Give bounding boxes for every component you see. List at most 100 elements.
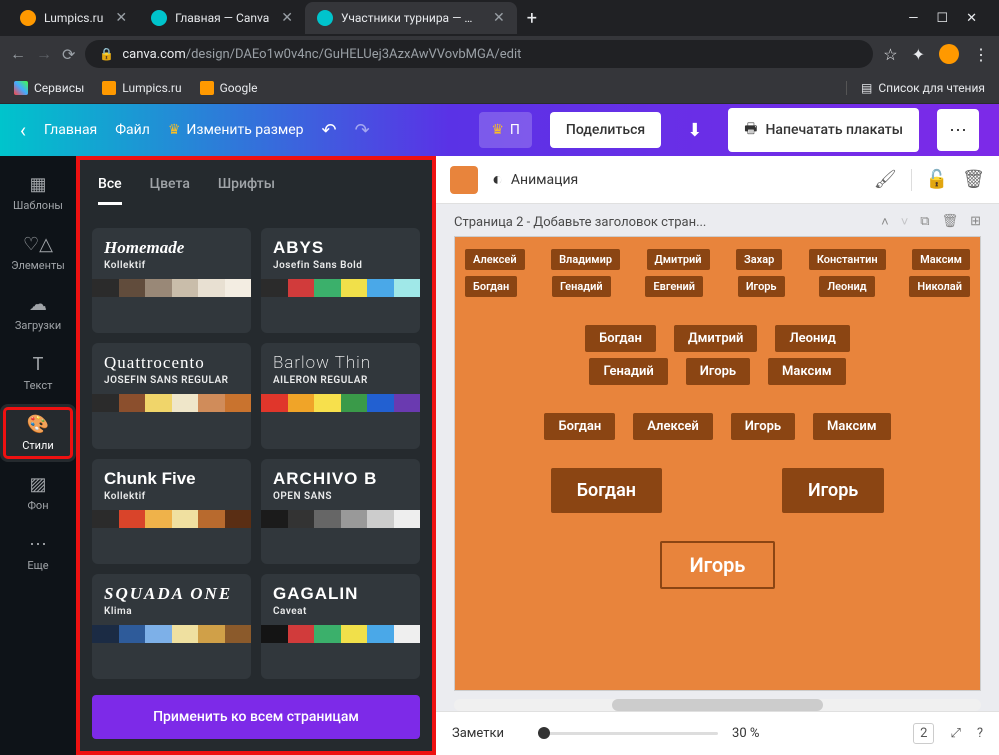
style-card[interactable]: ABYSJosefin Sans Bold <box>261 228 420 333</box>
profile-avatar[interactable] <box>939 44 959 64</box>
maximize-icon[interactable]: ☐ <box>936 11 948 26</box>
help-icon[interactable]: ? <box>977 726 983 741</box>
browser-tab-active[interactable]: Участники турнира — Плакат ✕ <box>305 2 517 34</box>
rail-styles[interactable]: 🎨Стили <box>0 404 76 462</box>
animation-button[interactable]: ◐Анимация <box>492 169 578 190</box>
pro-badge[interactable]: ♛П <box>479 112 532 148</box>
bracket-name[interactable]: Евгений <box>645 276 703 297</box>
bookmark-google[interactable]: Google <box>200 81 258 95</box>
page-down-icon[interactable]: ˅ <box>901 214 909 230</box>
bracket-name[interactable]: Игорь <box>782 468 884 513</box>
bracket-name[interactable]: Максим <box>912 249 970 270</box>
style-subtitle: Josefin Sans Bold <box>273 260 408 271</box>
list-icon: ▤ <box>861 81 872 95</box>
bracket-name[interactable]: Владимир <box>551 249 620 270</box>
home-button[interactable]: Главная <box>44 122 97 138</box>
bracket-name[interactable]: Богдан <box>465 276 517 297</box>
bracket-name[interactable]: Богдан <box>585 325 656 352</box>
style-card[interactable]: QuattrocentoJOSEFIN SANS REGULAR <box>92 343 251 448</box>
palette-row <box>261 625 420 643</box>
delete-page-icon[interactable]: 🗑 <box>942 214 959 230</box>
minimize-icon[interactable]: — <box>908 11 918 26</box>
back-icon[interactable]: ← <box>10 44 26 64</box>
bracket-name[interactable]: Захар <box>736 249 782 270</box>
rail-templates[interactable]: ▦Шаблоны <box>0 164 76 222</box>
tab-all[interactable]: Все <box>98 170 122 205</box>
style-card[interactable]: Chunk FiveKollektif <box>92 459 251 564</box>
bracket-name[interactable]: Дмитрий <box>647 249 710 270</box>
horizontal-scrollbar[interactable] <box>454 699 981 711</box>
bracket-name[interactable]: Максим <box>768 358 846 385</box>
add-page-icon[interactable]: ⊞ <box>970 214 981 230</box>
design-page[interactable]: Алексей Владимир Дмитрий Захар Константин Мак… <box>454 236 981 691</box>
bracket-winner[interactable]: Игорь <box>660 541 776 589</box>
style-card[interactable]: Barlow ThinAILERON REGULAR <box>261 343 420 448</box>
back-chevron-icon[interactable]: ‹ <box>20 118 26 142</box>
bracket-name[interactable]: Игорь <box>686 358 750 385</box>
fullscreen-icon[interactable]: ⤢ <box>950 726 960 741</box>
tab-fonts[interactable]: Шрифты <box>218 170 275 205</box>
style-card[interactable]: ARCHIVO BOPEN SANS <box>261 459 420 564</box>
close-icon[interactable]: ✕ <box>115 10 127 26</box>
browser-tab[interactable]: Главная — Canva ✕ <box>139 2 305 34</box>
close-window-icon[interactable]: ✕ <box>966 11 977 26</box>
address-bar[interactable]: 🔒 canva.com/design/DAEo1w0v4nc/GuHELUej3… <box>85 40 873 68</box>
resize-button[interactable]: ♛Изменить размер <box>168 122 304 138</box>
style-card[interactable]: SQUADA ONEKlima <box>92 574 251 679</box>
menu-icon[interactable]: ⋮ <box>973 45 989 64</box>
trash-icon[interactable]: 🗑 <box>962 169 985 190</box>
bracket-name[interactable]: Генадий <box>589 358 667 385</box>
bracket-name[interactable]: Игорь <box>738 276 785 297</box>
notes-button[interactable]: Заметки <box>452 726 504 741</box>
forward-icon[interactable]: → <box>36 44 52 64</box>
bracket-name[interactable]: Богдан <box>544 413 615 440</box>
bookmark-services[interactable]: Сервисы <box>14 81 84 95</box>
extension-icon[interactable]: ✦ <box>912 45 925 64</box>
bracket-name[interactable]: Максим <box>813 413 891 440</box>
page-count[interactable]: 2 <box>913 723 934 744</box>
zoom-slider[interactable] <box>538 732 718 735</box>
bracket-name[interactable]: Николай <box>909 276 970 297</box>
url-host: canva.com <box>122 47 185 62</box>
print-button[interactable]: 🖶Напечатать плакаты <box>728 108 919 152</box>
page-up-icon[interactable]: ˄ <box>881 214 889 230</box>
file-button[interactable]: Файл <box>115 122 150 138</box>
bracket-name[interactable]: Богдан <box>551 468 662 513</box>
apply-all-button[interactable]: Применить ко всем страницам <box>92 695 420 739</box>
style-card[interactable]: HomemadeKollektif <box>92 228 251 333</box>
reading-list[interactable]: ▤Список для чтения <box>846 81 985 95</box>
bracket-name[interactable]: Леонид <box>819 276 874 297</box>
download-icon[interactable]: ⬇ <box>679 112 710 149</box>
duplicate-icon[interactable]: ⧉ <box>920 214 929 230</box>
new-tab-button[interactable]: + <box>517 8 547 29</box>
more-button[interactable]: ⋯ <box>937 109 979 151</box>
close-icon[interactable]: ✕ <box>493 10 505 26</box>
lock-icon[interactable]: 🔓 <box>926 169 948 190</box>
rail-background[interactable]: ▨Фон <box>0 464 76 522</box>
bracket-name[interactable]: Леонид <box>775 325 849 352</box>
tab-colors[interactable]: Цвета <box>150 170 190 205</box>
undo-icon[interactable]: ↶ <box>322 120 337 141</box>
bracket-name[interactable]: Алексей <box>465 249 525 270</box>
rail-more[interactable]: ⋯Еще <box>0 524 76 582</box>
bracket-name[interactable]: Алексей <box>633 413 713 440</box>
bracket-name[interactable]: Игорь <box>731 413 795 440</box>
rail-elements[interactable]: ♡△Элементы <box>0 224 76 282</box>
rail-text[interactable]: TТекст <box>0 344 76 402</box>
redo-icon[interactable]: ↷ <box>355 120 370 141</box>
paint-icon[interactable]: 🖌 <box>874 169 897 190</box>
side-rail: ▦Шаблоны ♡△Элементы ☁Загрузки TТекст 🎨Ст… <box>0 156 76 755</box>
rail-uploads[interactable]: ☁Загрузки <box>0 284 76 342</box>
reload-icon[interactable]: ⟳ <box>62 45 75 64</box>
close-icon[interactable]: ✕ <box>281 10 293 26</box>
bracket-name[interactable]: Константин <box>809 249 886 270</box>
page-title[interactable]: Страница 2 - Добавьте заголовок стран... <box>454 215 871 230</box>
bookmark-lumpics[interactable]: Lumpics.ru <box>102 81 181 95</box>
browser-tab[interactable]: Lumpics.ru ✕ <box>8 2 139 34</box>
bracket-name[interactable]: Генадий <box>552 276 611 297</box>
share-button[interactable]: Поделиться <box>550 112 661 148</box>
star-icon[interactable]: ☆ <box>883 45 897 64</box>
color-swatch[interactable] <box>450 166 478 194</box>
style-card[interactable]: GAGALINCaveat <box>261 574 420 679</box>
bracket-name[interactable]: Дмитрий <box>674 325 758 352</box>
